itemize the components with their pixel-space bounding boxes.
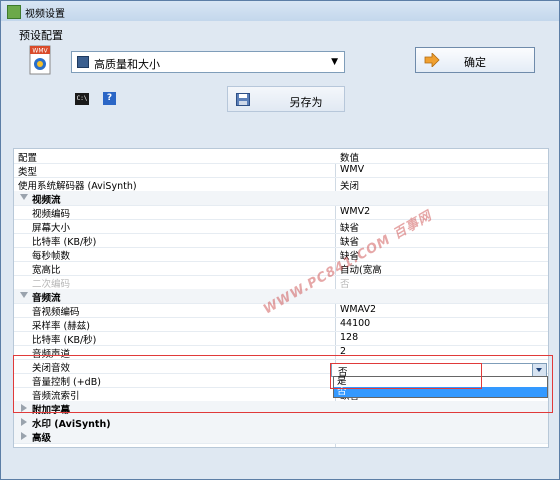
grid-row-value: WMV2 xyxy=(340,206,371,217)
grid-row-name: 音视频编码 xyxy=(32,307,80,318)
grid-row-value: 关闭 xyxy=(340,181,360,192)
grid-row-value: 128 xyxy=(340,332,359,343)
grid-row[interactable]: 类型 WMV xyxy=(14,163,548,178)
grid-row-name: 水印 (AviSynth) xyxy=(32,419,111,430)
expand-down-icon[interactable] xyxy=(20,292,28,298)
grid-row[interactable]: 比特率 (KB/秒) 128 xyxy=(14,331,548,346)
highlight-inner-box xyxy=(330,363,482,389)
app-icon xyxy=(7,5,21,19)
video-settings-window: 视频设置 预设配置 WMV 高质量和大小 ▼ 确定 C:\ ? 另存为 配置 数… xyxy=(0,0,560,480)
ok-button[interactable]: 确定 xyxy=(415,47,535,73)
header-value: 数值 xyxy=(340,153,360,164)
grid-section[interactable]: 水印 (AviSynth) xyxy=(14,415,548,430)
grid-row-name: 屏幕大小 xyxy=(32,223,71,234)
grid-row[interactable]: 每秒帧数 缺省 xyxy=(14,247,548,262)
floppy-disk-icon xyxy=(236,93,250,106)
header-name: 配置 xyxy=(18,153,38,164)
grid-row-value: WMV xyxy=(340,164,365,175)
grid-row-name: 比特率 (KB/秒) xyxy=(32,237,97,248)
preset-label: 预设配置 xyxy=(19,29,63,42)
expand-right-icon[interactable] xyxy=(21,418,27,426)
grid-row-name: 每秒帧数 xyxy=(32,251,71,262)
save-as-button[interactable]: 另存为 xyxy=(227,86,345,112)
grid-row-name: 宽高比 xyxy=(32,265,61,276)
ok-button-label: 确定 xyxy=(464,56,486,69)
command-prompt-icon[interactable]: C:\ xyxy=(75,93,89,105)
grid-row[interactable]: 屏幕大小 缺省 xyxy=(14,219,548,234)
grid-row[interactable]: 视频编码 WMV2 xyxy=(14,205,548,220)
wmv-icon-text: WMV xyxy=(32,48,48,55)
wmv-file-icon: WMV xyxy=(29,45,51,75)
grid-row-name: 视频编码 xyxy=(32,209,71,220)
grid-row-value: 缺省 xyxy=(340,223,360,234)
save-as-label: 另存为 xyxy=(289,96,323,109)
grid-row[interactable]: 比特率 (KB/秒) 缺省 xyxy=(14,233,548,248)
expand-down-icon[interactable] xyxy=(20,194,28,200)
window-title: 视频设置 xyxy=(25,9,65,20)
grid-row-name: 高级 xyxy=(32,433,52,444)
grid-row-name: 二次编码 xyxy=(32,279,71,290)
grid-section[interactable]: 高级 xyxy=(14,429,548,444)
grid-section[interactable]: 视频流 xyxy=(14,191,548,206)
grid-row-name: 视频流 xyxy=(32,195,61,206)
disk-icon xyxy=(77,56,89,68)
title-bar: 视频设置 xyxy=(1,1,559,21)
preset-select[interactable]: 高质量和大小 ▼ xyxy=(71,51,345,73)
expand-right-icon[interactable] xyxy=(21,432,27,440)
grid-header: 配置 数值 xyxy=(14,149,548,164)
grid-row[interactable]: 使用系统解码器 (AviSynth) 关闭 xyxy=(14,177,548,192)
grid-row[interactable]: 采样率 (赫兹) 44100 xyxy=(14,317,548,332)
grid-row-name: 类型 xyxy=(18,167,38,178)
grid-row-value: WMAV2 xyxy=(340,304,377,315)
help-icon[interactable]: ? xyxy=(103,92,116,105)
grid-row-name: 比特率 (KB/秒) xyxy=(32,335,97,346)
grid-row-name: 音频流 xyxy=(32,293,61,304)
grid-row-value: 否 xyxy=(340,279,350,290)
chevron-down-icon: ▼ xyxy=(331,57,338,67)
grid-row[interactable]: 宽高比 自动(宽高 xyxy=(14,261,548,276)
grid-row-name: 使用系统解码器 (AviSynth) xyxy=(18,181,137,192)
grid-row-value: 44100 xyxy=(340,318,371,329)
grid-row-name: 采样率 (赫兹) xyxy=(32,321,90,332)
preset-select-value: 高质量和大小 xyxy=(94,58,160,71)
